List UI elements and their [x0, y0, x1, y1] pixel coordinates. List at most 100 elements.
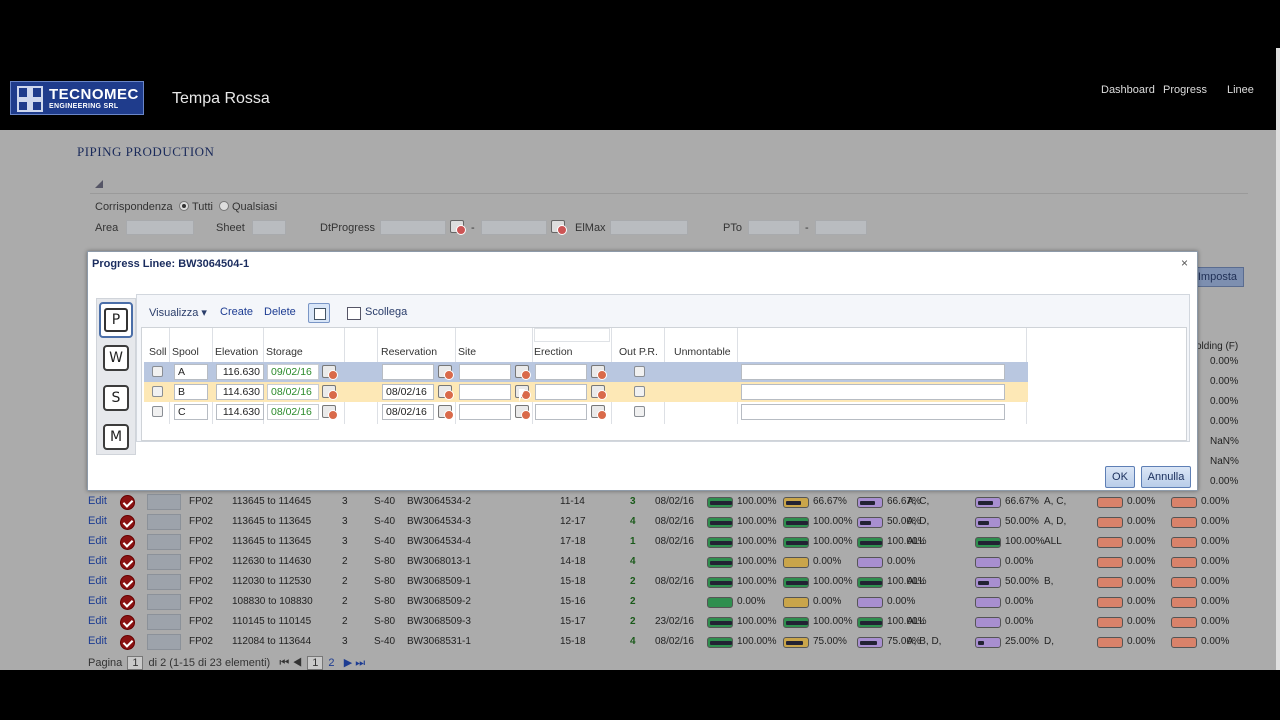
grid-row[interactable]: B 114.630 08/02/16 08/02/16	[144, 382, 1028, 402]
nav-progress[interactable]: Progress	[1163, 84, 1207, 96]
col-storage[interactable]: Storage	[266, 346, 303, 362]
col-soll[interactable]: Soll	[149, 346, 167, 362]
calendar-icon[interactable]	[591, 405, 607, 420]
calendar-icon[interactable]	[515, 365, 531, 380]
spool-field[interactable]: A	[174, 364, 208, 380]
edit-link[interactable]: Edit	[88, 535, 107, 547]
imposta-button[interactable]: Imposta	[1192, 267, 1244, 287]
col-site[interactable]: Site	[458, 346, 476, 362]
calendar-icon[interactable]	[322, 405, 338, 420]
reservation-field[interactable]: 08/02/16	[382, 384, 434, 400]
reservation-field[interactable]	[382, 364, 434, 380]
pager-page-1[interactable]: 1	[307, 656, 324, 670]
visualizza-menu[interactable]: Visualizza ▾	[149, 306, 207, 319]
erection-filter-input[interactable]	[534, 328, 610, 342]
first-page-icon[interactable]: ⏮	[279, 657, 289, 669]
storage-field[interactable]: 09/02/16	[267, 364, 319, 380]
tab-p[interactable]: P	[99, 302, 133, 338]
dtprogress-from-input[interactable]	[380, 220, 446, 235]
storage-field[interactable]: 08/02/16	[267, 384, 319, 400]
sheet-input[interactable]	[252, 220, 286, 235]
tab-s[interactable]: S	[103, 385, 129, 411]
radio-tutti-icon[interactable]	[179, 201, 189, 211]
out-pr-checkbox[interactable]	[634, 366, 645, 377]
elevation-field[interactable]: 114.630	[216, 404, 264, 420]
calendar-icon[interactable]	[551, 220, 567, 235]
annulla-button[interactable]: Annulla	[1141, 466, 1191, 488]
notes-field[interactable]	[741, 364, 1005, 380]
edit-link[interactable]: Edit	[88, 575, 107, 587]
out-pr-checkbox[interactable]	[634, 406, 645, 417]
dtprogress-to-input[interactable]	[481, 220, 547, 235]
pto-to-input[interactable]	[815, 220, 867, 235]
radio-qualsiasi[interactable]: Qualsiasi	[219, 201, 277, 213]
edit-link[interactable]: Edit	[88, 635, 107, 647]
tab-m[interactable]: M	[103, 424, 129, 450]
radio-qualsiasi-icon[interactable]	[219, 201, 229, 211]
pager-page-2[interactable]: 2	[328, 657, 334, 669]
calendar-icon[interactable]	[322, 365, 338, 380]
col-elevation[interactable]: Elevation	[215, 346, 258, 362]
calendar-icon[interactable]	[322, 385, 338, 400]
close-icon[interactable]: ×	[1181, 256, 1188, 270]
calendar-icon[interactable]	[450, 220, 466, 235]
notes-field[interactable]	[741, 404, 1005, 420]
prev-page-icon[interactable]: ◀	[292, 657, 302, 669]
calendar-icon[interactable]	[438, 405, 454, 420]
erection-field[interactable]	[535, 364, 587, 380]
edit-link[interactable]: Edit	[88, 495, 107, 507]
site-field[interactable]	[459, 364, 511, 380]
next-page-icon[interactable]: ▶	[344, 657, 352, 669]
notes-field[interactable]	[741, 384, 1005, 400]
soll-checkbox[interactable]	[152, 386, 163, 397]
elmax-input[interactable]	[610, 220, 688, 235]
edit-link[interactable]: Edit	[88, 515, 107, 527]
site-field[interactable]	[459, 404, 511, 420]
edit-link[interactable]: Edit	[88, 595, 107, 607]
collapse-toggle-icon[interactable]	[95, 180, 103, 188]
fp-cell: FP02	[189, 496, 213, 507]
soll-checkbox[interactable]	[152, 406, 163, 417]
unlink-icon[interactable]	[347, 307, 361, 320]
scollega-button[interactable]: Scollega	[365, 306, 407, 318]
last-page-icon[interactable]: ⏭	[355, 657, 365, 669]
calendar-icon[interactable]	[515, 405, 531, 420]
spool-field[interactable]: B	[174, 384, 208, 400]
storage-field[interactable]: 08/02/16	[267, 404, 319, 420]
col-unmontable[interactable]: Unmontable	[674, 346, 731, 362]
pto-from-input[interactable]	[748, 220, 800, 235]
spool-field[interactable]: C	[174, 404, 208, 420]
elevation-field[interactable]: 116.630	[216, 364, 264, 380]
soll-checkbox[interactable]	[152, 366, 163, 377]
col-erection[interactable]: Erection	[534, 346, 573, 362]
ok-button[interactable]: OK	[1105, 466, 1135, 488]
create-button[interactable]: Create	[220, 306, 253, 318]
elevation-field[interactable]: 114.630	[216, 384, 264, 400]
edit-link[interactable]: Edit	[88, 615, 107, 627]
erection-field[interactable]	[535, 384, 587, 400]
erection-field[interactable]	[535, 404, 587, 420]
pager-current-input[interactable]: 1	[127, 656, 144, 670]
out-pr-checkbox[interactable]	[634, 386, 645, 397]
reservation-field[interactable]: 08/02/16	[382, 404, 434, 420]
tab-w[interactable]: W	[103, 345, 129, 371]
col-reservation[interactable]: Reservation	[381, 346, 437, 362]
nav-linee[interactable]: Linee	[1227, 84, 1254, 96]
calendar-icon[interactable]	[438, 385, 454, 400]
edit-record-icon[interactable]	[308, 303, 330, 323]
grid-row[interactable]: C 114.630 08/02/16 08/02/16	[144, 402, 1028, 422]
site-field[interactable]	[459, 384, 511, 400]
page-scrollbar[interactable]	[1276, 48, 1280, 670]
calendar-icon[interactable]	[591, 365, 607, 380]
radio-tutti[interactable]: Tutti	[179, 201, 213, 213]
delete-button[interactable]: Delete	[264, 306, 296, 318]
calendar-icon[interactable]	[438, 365, 454, 380]
calendar-icon[interactable]	[591, 385, 607, 400]
grid-row[interactable]: A 116.630 09/02/16	[144, 362, 1028, 382]
area-input[interactable]	[126, 220, 194, 235]
col-spool[interactable]: Spool	[172, 346, 199, 362]
col-out-pr[interactable]: Out P.R.	[619, 346, 658, 362]
edit-link[interactable]: Edit	[88, 555, 107, 567]
nav-dashboard[interactable]: Dashboard	[1101, 84, 1155, 96]
company-logo[interactable]: TECNOMEC ENGINEERING SRL	[10, 81, 144, 115]
